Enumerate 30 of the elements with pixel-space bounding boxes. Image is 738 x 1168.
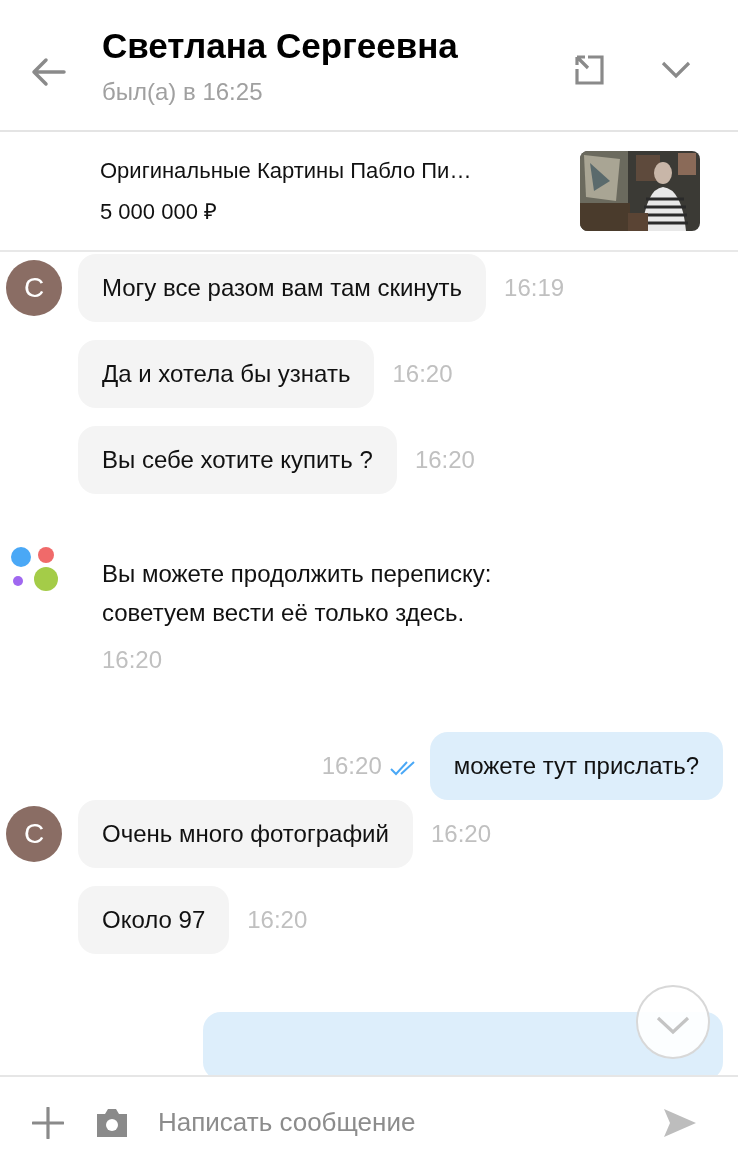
message-bubble: Да и хотела бы узнать <box>78 340 375 408</box>
attach-button[interactable] <box>30 1104 66 1141</box>
dots-logo-icon <box>10 546 60 594</box>
plus-icon <box>32 1106 64 1139</box>
message-bubble: Могу все разом вам там скинуть <box>78 254 487 322</box>
message-input[interactable]: Написать сообщение <box>158 1102 642 1143</box>
message-time: 16:20 <box>247 906 308 934</box>
message-time: 16:20 <box>430 820 491 848</box>
message-time: 16:19 <box>504 274 565 302</box>
avatar: C <box>6 260 62 316</box>
listing-price: 5 000 000 ₽ <box>100 198 218 225</box>
contact-name: Светлана Сергеевна <box>102 25 459 67</box>
message-bubble: можете тут прислать? <box>429 732 723 800</box>
message-time: 16:20 <box>102 646 164 674</box>
back-arrow-icon <box>30 57 66 87</box>
message-time: 16:20 <box>321 752 382 780</box>
message-bubble: Очень много фотографий <box>78 800 413 868</box>
send-icon <box>663 1107 697 1138</box>
last-seen-status: был(а) в 16:25 <box>102 78 264 106</box>
message-bubble: Около 97 <box>78 886 230 954</box>
message-bubble: Вы себе хотите купить ? <box>78 426 397 494</box>
system-message: Вы можете продолжить переписку: советуем вести её только здесь. <box>102 559 493 628</box>
listing-title[interactable]: Оригинальные Картины Пабло Пи… <box>100 157 580 185</box>
camera-icon <box>95 1107 129 1138</box>
expand-icon <box>574 54 606 86</box>
avatar: C <box>6 806 62 862</box>
chevron-down-icon <box>661 61 691 79</box>
message-time: 16:20 <box>392 360 453 388</box>
message-time: 16:20 <box>414 446 475 474</box>
chevron-down-icon <box>656 1015 690 1035</box>
